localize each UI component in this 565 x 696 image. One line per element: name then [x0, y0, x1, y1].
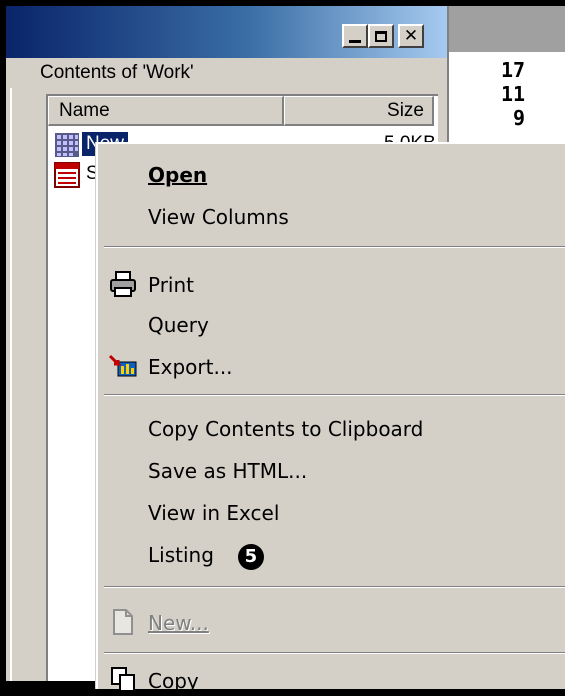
- value-cell: 11: [501, 82, 526, 106]
- menu-item-new[interactable]: New...: [148, 608, 209, 638]
- menu-item-view-excel[interactable]: View in Excel: [148, 498, 279, 528]
- close-button[interactable]: ✕: [398, 24, 424, 48]
- menu-item-listing[interactable]: Listing 5: [148, 540, 264, 570]
- grid-file-icon: [55, 133, 79, 157]
- title-bar[interactable]: ✕: [6, 6, 447, 58]
- menu-item-copy[interactable]: Copy: [148, 666, 199, 696]
- menu-item-label: Copy: [148, 669, 199, 693]
- menu-item-query[interactable]: Query: [148, 310, 209, 340]
- minimize-button[interactable]: [342, 24, 368, 48]
- menu-item-label: Export...: [148, 355, 233, 379]
- menu-item-label: Print: [148, 273, 195, 297]
- minimize-icon: [349, 39, 361, 43]
- new-document-icon: [113, 609, 133, 635]
- export-icon: [108, 354, 137, 377]
- menu-item-copy-contents[interactable]: Copy Contents to Clipboard: [148, 414, 423, 444]
- menu-item-label: Copy Contents to Clipboard: [148, 417, 424, 441]
- maximize-icon: [375, 30, 387, 42]
- value-cell: 9: [513, 106, 526, 130]
- menu-item-open[interactable]: Open: [148, 160, 207, 190]
- menu-separator: [104, 246, 565, 248]
- menu-item-label: View in Excel: [148, 501, 280, 525]
- context-menu: Open View Columns Print Query Export... …: [96, 142, 565, 693]
- menu-item-export[interactable]: Export...: [148, 352, 233, 382]
- menu-separator: [104, 394, 565, 396]
- menu-item-label: Open: [148, 163, 208, 187]
- step-number-badge: 5: [237, 543, 264, 570]
- detail-pane-header: [449, 6, 565, 52]
- contents-label: Contents of 'Work': [40, 62, 194, 83]
- value-cell: 17: [501, 58, 526, 82]
- printer-icon: [110, 271, 136, 297]
- column-header-size[interactable]: Size: [284, 96, 434, 126]
- menu-separator: [104, 586, 565, 588]
- menu-item-label: Query: [148, 313, 209, 337]
- spreadsheet-file-icon: [54, 162, 80, 188]
- menu-separator: [104, 652, 565, 654]
- copy-icon: [111, 667, 135, 692]
- menu-item-save-html[interactable]: Save as HTML...: [148, 456, 307, 486]
- column-header-name[interactable]: Name: [48, 96, 284, 126]
- divider: [10, 88, 12, 681]
- close-icon: ✕: [403, 25, 419, 46]
- menu-item-label: Save as HTML...: [148, 459, 308, 483]
- menu-item-label: Listing: [148, 543, 214, 567]
- menu-item-label: View Columns: [148, 205, 289, 229]
- menu-item-print[interactable]: Print: [148, 270, 194, 300]
- menu-item-label: New...: [148, 611, 209, 635]
- menu-item-view-columns[interactable]: View Columns: [148, 202, 289, 232]
- maximize-button[interactable]: [368, 24, 394, 48]
